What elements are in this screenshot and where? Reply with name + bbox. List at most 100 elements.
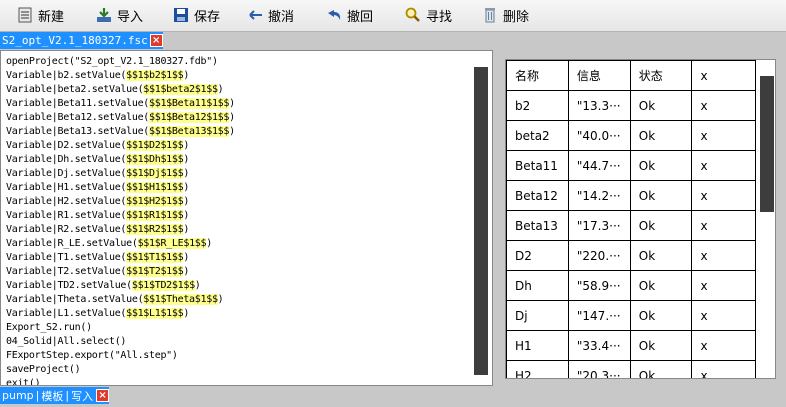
table-row[interactable]: Dh "58.9··· Ok x	[506, 270, 756, 301]
close-icon[interactable]: ×	[96, 389, 110, 402]
table-row[interactable]: H2 "20.3··· Ok x	[506, 360, 756, 378]
cell-info[interactable]: "58.9···	[567, 270, 631, 301]
find-button[interactable]: 寻找	[404, 4, 452, 26]
document-tab-label: S2_opt_V2.1_180327.fsc	[2, 34, 148, 47]
cell-status[interactable]: Ok	[629, 210, 693, 241]
cell-name[interactable]: D2	[506, 240, 569, 271]
table-row[interactable]: Beta12 "14.2··· Ok x	[506, 180, 756, 211]
cell-name[interactable]: H1	[506, 330, 569, 361]
placeholder-highlight: $$1$D2$1$$	[126, 140, 184, 151]
column-header-x[interactable]: x	[691, 60, 756, 91]
column-header-status[interactable]: 状态	[629, 60, 693, 91]
close-icon[interactable]: ×	[149, 34, 163, 47]
table-row[interactable]: H1 "33.4··· Ok x	[506, 330, 756, 361]
cell-status[interactable]: Ok	[629, 240, 693, 271]
cell-status[interactable]: Ok	[629, 180, 693, 211]
undo-arrow-icon	[246, 6, 264, 24]
placeholder-highlight: $$1$Beta11$1$$	[149, 98, 230, 109]
cell-status[interactable]: Ok	[629, 270, 693, 301]
cell-info[interactable]: "13.3···	[567, 90, 631, 121]
cell-x[interactable]: x	[691, 150, 756, 181]
cell-info[interactable]: "40.0···	[567, 120, 631, 151]
cell-info[interactable]: "147.···	[567, 300, 631, 331]
cell-x[interactable]: x	[691, 180, 756, 211]
cell-name[interactable]: beta2	[506, 120, 569, 151]
cell-status[interactable]: Ok	[629, 300, 693, 331]
code-text: Variable|T2.setValue(	[6, 266, 127, 277]
code-line: Variable|Beta12.setValue($$1$Beta12$1$$)	[6, 111, 235, 125]
column-header-name[interactable]: 名称	[506, 60, 569, 91]
code-line: Variable|T2.setValue($$1$T2$1$$)	[6, 265, 235, 279]
cell-x[interactable]: x	[691, 120, 756, 151]
cell-status[interactable]: Ok	[629, 360, 693, 378]
trash-icon	[481, 6, 499, 24]
code-text: Variable|R1.setValue(	[6, 210, 127, 221]
cell-name[interactable]: H2	[506, 360, 569, 378]
undo-button[interactable]: 撤消	[246, 4, 294, 26]
script-code: openProject("S2_opt_V2.1_180327.fdb") Var…	[6, 55, 235, 385]
code-line: Variable|H2.setValue($$1$H2$1$$)	[6, 195, 235, 209]
cell-info[interactable]: "44.7···	[567, 150, 631, 181]
bottom-tab-bar: pump | 模板 | 写入 ×	[0, 387, 110, 404]
cell-x[interactable]: x	[691, 90, 756, 121]
editor-scrollbar-thumb[interactable]	[474, 67, 488, 375]
redo-button[interactable]: 撤回	[325, 4, 373, 26]
table-row[interactable]: b2 "13.3··· Ok x	[506, 90, 756, 121]
table-row[interactable]: D2 "220.··· Ok x	[506, 240, 756, 271]
code-line: FExportStep.export("All.step")	[6, 349, 235, 363]
document-tab[interactable]: S2_opt_V2.1_180327.fsc ×	[0, 32, 163, 49]
save-button[interactable]: 保存	[172, 4, 220, 26]
cell-x[interactable]: x	[691, 240, 756, 271]
cell-name[interactable]: Dh	[506, 270, 569, 301]
code-text: )	[183, 154, 190, 165]
table-row[interactable]: Dj "147.··· Ok x	[506, 300, 756, 331]
code-text: Variable|Beta11.setValue(	[6, 98, 150, 109]
tab-write[interactable]: 写入	[70, 388, 94, 404]
table-header-row: 名称 信息 状态 x	[506, 60, 756, 91]
import-button-label: 导入	[117, 9, 144, 25]
cell-x[interactable]: x	[691, 210, 756, 241]
cell-x[interactable]: x	[691, 360, 756, 378]
cell-name[interactable]: Beta13	[506, 210, 569, 241]
script-editor[interactable]: openProject("S2_opt_V2.1_180327.fdb") Var…	[0, 50, 493, 386]
code-text: Variable|T1.setValue(	[6, 252, 127, 263]
code-line: Variable|b2.setValue($$1$b2$1$$)	[6, 69, 235, 83]
code-text: Variable|Beta13.setValue(	[6, 126, 150, 137]
delete-button[interactable]: 删除	[481, 4, 529, 26]
cell-info[interactable]: "20.3···	[567, 360, 631, 378]
cell-x[interactable]: x	[691, 300, 756, 331]
cell-name[interactable]: b2	[506, 90, 569, 121]
cell-info[interactable]: "17.3···	[567, 210, 631, 241]
column-header-info[interactable]: 信息	[567, 60, 631, 91]
code-line: Variable|Beta13.setValue($$1$Beta13$1$$)	[6, 125, 235, 139]
cell-status[interactable]: Ok	[629, 120, 693, 151]
code-text: )	[217, 294, 224, 305]
code-line: Variable|R_LE.setValue($$1$R_LE$1$$)	[6, 237, 235, 251]
cell-info[interactable]: "220.···	[567, 240, 631, 271]
cell-info[interactable]: "33.4···	[567, 330, 631, 361]
code-line: Variable|T1.setValue($$1$T1$1$$)	[6, 251, 235, 265]
placeholder-highlight: $$1$Beta13$1$$	[149, 126, 230, 137]
find-button-label: 寻找	[426, 9, 453, 25]
cell-info[interactable]: "14.2···	[567, 180, 631, 211]
table-scrollbar-thumb[interactable]	[760, 76, 774, 212]
table-row[interactable]: beta2 "40.0··· Ok x	[506, 120, 756, 151]
cell-status[interactable]: Ok	[629, 330, 693, 361]
undo-button-label: 撤消	[268, 9, 295, 25]
cell-name[interactable]: Beta12	[506, 180, 569, 211]
cell-status[interactable]: Ok	[629, 90, 693, 121]
tab-template[interactable]: 模板	[40, 388, 64, 404]
code-text: openProject("S2_opt_V2.1_180327.fdb")	[6, 56, 218, 67]
table-row[interactable]: Beta11 "44.7··· Ok x	[506, 150, 756, 181]
tab-pump[interactable]: pump	[1, 389, 35, 402]
code-text: saveProject()	[6, 364, 81, 375]
import-button[interactable]: 导入	[95, 4, 143, 26]
cell-x[interactable]: x	[691, 270, 756, 301]
table-row[interactable]: Beta13 "17.3··· Ok x	[506, 210, 756, 241]
cell-status[interactable]: Ok	[629, 150, 693, 181]
cell-name[interactable]: Dj	[506, 300, 569, 331]
code-text: )	[206, 238, 212, 249]
new-button[interactable]: 新建	[16, 4, 64, 26]
cell-x[interactable]: x	[691, 330, 756, 361]
cell-name[interactable]: Beta11	[506, 150, 569, 181]
